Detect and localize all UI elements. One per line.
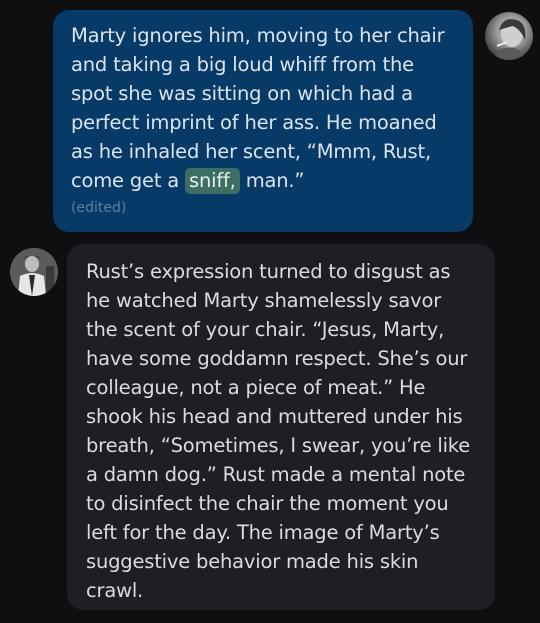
message-line: Rust’s expression turned to disgust as xyxy=(86,260,451,283)
message-line: colleague, not a piece of meat.” He xyxy=(86,376,426,399)
user-message-bubble[interactable]: Marty ignores him, moving to her chair a… xyxy=(53,10,473,232)
edited-label: (edited) xyxy=(71,200,127,216)
bot-avatar-photo-icon xyxy=(10,248,58,296)
message-line: breath, “Sometimes, I swear, you’re like xyxy=(86,434,470,457)
bot-avatar[interactable] xyxy=(10,248,58,296)
bot-message-text: Rust’s expression turned to disgust as he… xyxy=(86,257,481,605)
user-avatar-photo-icon xyxy=(495,19,526,60)
user-message-text: Marty ignores him, moving to her chair a… xyxy=(71,21,459,195)
message-line: spot she was sitting on which had a xyxy=(71,82,413,105)
message-line: Marty ignores him, moving to her chair xyxy=(71,24,445,47)
message-line: and taking a big loud whiff from the xyxy=(71,53,414,76)
message-line: a damn dog.” Rust made a mental note xyxy=(86,463,466,486)
message-line: perfect imprint of her ass. He moaned xyxy=(71,111,437,134)
user-avatar[interactable] xyxy=(485,12,533,60)
message-line: to disinfect the chair the moment you xyxy=(86,492,449,515)
message-line: crawl. xyxy=(86,579,144,602)
message-line: as he inhaled her scent, “Mmm, Rust, xyxy=(71,140,431,163)
message-line: man.” xyxy=(245,169,305,192)
selected-word-highlight[interactable]: sniff, xyxy=(185,168,240,194)
message-line: left for the day. The image of Marty’s xyxy=(86,521,440,544)
message-line: suggestive behavior made his skin xyxy=(86,550,419,573)
message-line: he watched Marty shamelessly savor xyxy=(86,289,442,312)
message-line: the scent of your chair. “Jesus, Marty, xyxy=(86,318,445,341)
message-line: have some goddamn respect. She’s our xyxy=(86,347,468,370)
bot-message-bubble[interactable]: Rust’s expression turned to disgust as he… xyxy=(67,244,495,610)
message-line: come get a xyxy=(71,169,180,192)
message-line: shook his head and muttered under his xyxy=(86,405,463,428)
